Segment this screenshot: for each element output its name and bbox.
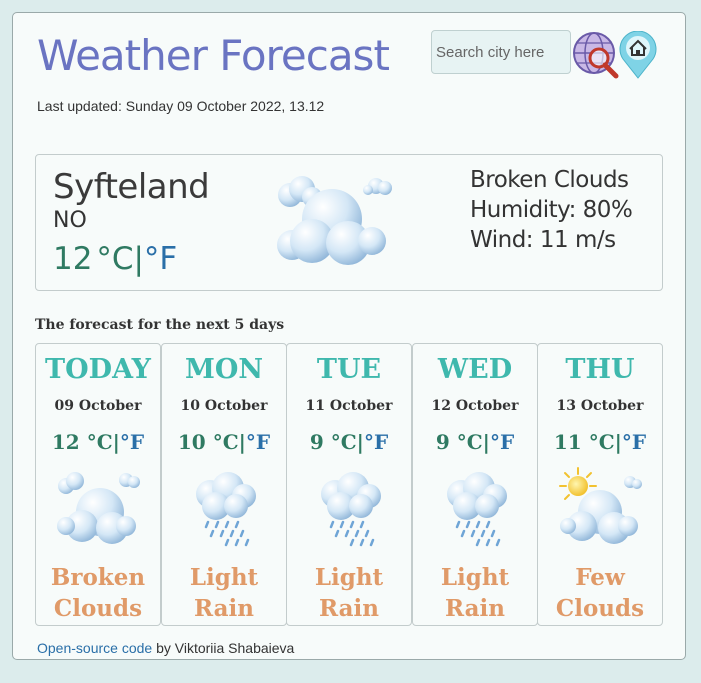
unit-separator: |: [482, 430, 490, 454]
day-name: WED: [437, 354, 513, 385]
temp-value: 12: [53, 241, 93, 277]
day-date: 13 October: [556, 398, 644, 414]
day-description: Light Rain: [413, 562, 537, 624]
celsius-label: °C: [212, 430, 239, 454]
light-rain-icon: [305, 466, 395, 552]
celsius-label: °C: [456, 430, 483, 454]
unit-separator: |: [356, 430, 364, 454]
unit-separator: |: [133, 241, 144, 277]
desc-line-1: Few: [575, 564, 625, 591]
celsius-toggle[interactable]: °C: [96, 241, 133, 277]
last-updated: Last updated: Sunday 09 October 2022, 13…: [37, 98, 325, 114]
forecast-day: WED 12 October 9 °C|°F Light Rain: [412, 343, 538, 626]
unit-separator: |: [238, 430, 246, 454]
footer: Open-source code by Viktoriia Shabaieva: [37, 640, 294, 656]
desc-line-2: Clouds: [555, 595, 645, 622]
country-code: NO: [53, 208, 87, 233]
current-temperature: 12 °C|°F: [53, 241, 177, 277]
day-date: 11 October: [305, 398, 393, 414]
unit-separator: |: [112, 430, 120, 454]
unit-separator: |: [614, 430, 622, 454]
forecast-day: TODAY 09 October 12 °C|°F Broken Clouds: [35, 343, 161, 626]
desc-line-1: Broken: [50, 564, 146, 591]
fahrenheit-label: °F: [245, 430, 271, 454]
day-temperature: 11 °C|°F: [538, 430, 662, 454]
fahrenheit-label: °F: [489, 430, 515, 454]
humidity: Humidity: 80%: [470, 197, 633, 223]
wind-speed: Wind: 11 m/s: [470, 227, 616, 253]
broken-clouds-icon: [54, 466, 144, 552]
day-description: Light Rain: [287, 562, 411, 624]
temp-value: 10: [177, 430, 206, 454]
day-date: 12 October: [431, 398, 519, 414]
current-details: Broken Clouds Humidity: 80% Wind: 11 m/s: [470, 165, 633, 255]
day-description: Few Clouds: [538, 562, 662, 624]
weather-card: Weather Forecast Last updated: Sunday 09…: [12, 12, 686, 660]
forecast-day: THU 13 October 11 °C|°F Few Clouds: [537, 343, 663, 626]
temp-value: 9: [309, 430, 324, 454]
forecast-day: TUE 11 October 9 °C|°F Light Rain: [286, 343, 412, 626]
celsius-label: °C: [86, 430, 113, 454]
weather-description: Broken Clouds: [470, 167, 629, 193]
page-title: Weather Forecast: [37, 31, 390, 80]
temp-value: 11: [553, 430, 582, 454]
desc-line-2: Rain: [193, 595, 254, 622]
search-input[interactable]: [431, 30, 571, 74]
celsius-label: °C: [588, 430, 615, 454]
day-description: Light Rain: [162, 562, 286, 624]
fahrenheit-label: °F: [119, 430, 145, 454]
day-name: TODAY: [45, 354, 151, 385]
current-weather: Syfteland NO 12 °C|°F Broken Clouds Humi…: [35, 154, 663, 291]
fahrenheit-label: °F: [363, 430, 389, 454]
day-name: TUE: [316, 354, 382, 385]
city-name: Syfteland: [53, 167, 210, 207]
celsius-label: °C: [330, 430, 357, 454]
day-date: 10 October: [180, 398, 268, 414]
author-credit: by Viktoriia Shabaieva: [152, 640, 295, 656]
day-name: THU: [565, 354, 635, 385]
day-name: MON: [184, 354, 264, 385]
desc-line-2: Rain: [318, 595, 379, 622]
day-temperature: 9 °C|°F: [413, 430, 537, 454]
forecast-title: The forecast for the next 5 days: [35, 317, 285, 333]
broken-clouds-icon: [268, 173, 398, 273]
desc-line-1: Light: [189, 564, 259, 591]
day-temperature: 9 °C|°F: [287, 430, 411, 454]
home-pin-icon: [619, 30, 657, 79]
forecast-day: MON 10 October 10 °C|°F Light Rain: [161, 343, 287, 626]
source-code-link[interactable]: Open-source code: [37, 640, 152, 656]
day-description: Broken Clouds: [36, 562, 160, 624]
few-clouds-icon: [556, 466, 646, 552]
fahrenheit-toggle[interactable]: °F: [144, 241, 177, 277]
desc-line-1: Light: [440, 564, 510, 591]
location-button[interactable]: [617, 30, 659, 79]
desc-line-2: Clouds: [53, 595, 143, 622]
desc-line-1: Light: [314, 564, 384, 591]
light-rain-icon: [180, 466, 270, 552]
fahrenheit-label: °F: [621, 430, 647, 454]
desc-line-2: Rain: [444, 595, 505, 622]
light-rain-icon: [431, 466, 521, 552]
day-date: 09 October: [54, 398, 142, 414]
temp-value: 12: [51, 430, 80, 454]
day-temperature: 10 °C|°F: [162, 430, 286, 454]
day-temperature: 12 °C|°F: [36, 430, 160, 454]
temp-value: 9: [435, 430, 450, 454]
